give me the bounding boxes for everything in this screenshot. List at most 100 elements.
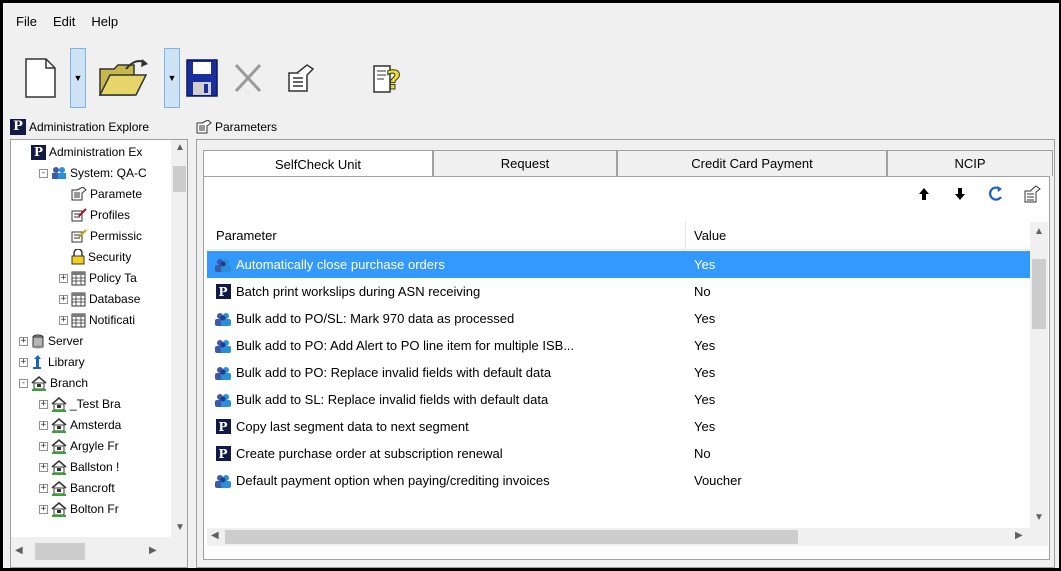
tree-vscroll-thumb[interactable]: [173, 166, 186, 192]
properties-button[interactable]: [1023, 185, 1041, 203]
tree-node[interactable]: - Branch: [19, 373, 88, 393]
tab-selfcheck-unit[interactable]: SelfCheck Unit: [203, 150, 433, 177]
collapse-icon[interactable]: -: [19, 378, 28, 388]
tree-node[interactable]: + Bolton Fr: [39, 499, 119, 519]
parameter-value: Voucher: [694, 473, 742, 488]
expand-icon[interactable]: +: [39, 504, 48, 514]
polaris-icon: P: [31, 144, 46, 160]
tree-node[interactable]: Profiles: [59, 205, 130, 225]
expand-icon[interactable]: +: [39, 399, 48, 409]
profiles-icon: [71, 208, 87, 222]
table-row[interactable]: Bulk add to PO: Add Alert to PO line ite…: [207, 332, 1030, 359]
tree-node[interactable]: + Policy Ta: [59, 268, 137, 288]
tree-node[interactable]: P Administration Ex: [19, 142, 142, 162]
menu-file[interactable]: File: [10, 14, 45, 29]
tab-label: Credit Card Payment: [691, 156, 813, 171]
tree-node[interactable]: + Notificati: [59, 310, 135, 330]
collapse-icon[interactable]: -: [39, 168, 48, 178]
expand-icon[interactable]: +: [39, 441, 48, 451]
new-button[interactable]: [12, 48, 68, 108]
move-up-button[interactable]: [915, 185, 933, 203]
polaris-icon: P: [10, 118, 26, 135]
open-button[interactable]: [88, 48, 164, 108]
tree-node[interactable]: Security: [59, 247, 131, 267]
expand-icon[interactable]: +: [39, 462, 48, 472]
tab-credit-card-payment[interactable]: Credit Card Payment: [617, 150, 887, 176]
tab-request[interactable]: Request: [433, 150, 617, 176]
expand-icon[interactable]: +: [19, 336, 28, 346]
column-divider[interactable]: [685, 222, 686, 250]
help-button[interactable]: ?: [364, 48, 412, 108]
table-row[interactable]: Bulk add to PO: Replace invalid fields w…: [207, 359, 1030, 386]
tree-node[interactable]: + Ballston !: [39, 457, 119, 477]
table-row[interactable]: Bulk add to SL: Replace invalid fields w…: [207, 386, 1030, 413]
delete-icon: [234, 63, 262, 93]
tree-node[interactable]: + Bancroft: [39, 478, 115, 498]
grid-vscroll-thumb[interactable]: [1032, 259, 1046, 329]
tree-hscroll-thumb[interactable]: [35, 543, 85, 560]
table-row[interactable]: P Batch print workslips during ASN receiv…: [207, 278, 1030, 305]
expand-icon[interactable]: +: [59, 273, 68, 283]
column-header-value[interactable]: Value: [694, 228, 726, 243]
users-icon: [214, 472, 232, 489]
expand-icon[interactable]: +: [59, 315, 68, 325]
parameter-value: Yes: [694, 311, 716, 326]
table-row[interactable]: Automatically close purchase orders Yes: [207, 251, 1030, 278]
tree-node-label: Security: [88, 250, 132, 264]
parameter-name: Automatically close purchase orders: [236, 257, 445, 272]
expand-icon[interactable]: +: [39, 483, 48, 493]
tree-node-label: Administration Ex: [49, 145, 143, 159]
users-icon: [214, 364, 232, 381]
table-row[interactable]: Default payment option when paying/credi…: [207, 467, 1030, 494]
scroll-right-icon[interactable]: ▶: [149, 545, 157, 556]
delete-button[interactable]: [226, 48, 270, 108]
tree-node-label: Branch: [50, 376, 89, 390]
menu-edit[interactable]: Edit: [45, 14, 83, 29]
expand-icon[interactable]: +: [39, 420, 48, 430]
open-icon: [98, 59, 148, 96]
scroll-up-icon[interactable]: ▲: [175, 142, 185, 153]
tab-ncip[interactable]: NCIP: [887, 150, 1053, 176]
scroll-right-icon[interactable]: ▶: [1015, 530, 1023, 541]
move-down-button[interactable]: [951, 185, 969, 203]
tree-node[interactable]: + Server: [19, 331, 83, 351]
table-row[interactable]: P Create purchase order at subscription r…: [207, 440, 1030, 467]
parameter-value: Yes: [694, 392, 716, 407]
tree-node[interactable]: Permissic: [59, 226, 142, 246]
scroll-up-icon[interactable]: ▲: [1034, 226, 1044, 237]
expand-icon[interactable]: +: [19, 357, 28, 367]
tree-node[interactable]: + _Test Bra: [39, 394, 121, 414]
open-dropdown-button[interactable]: ▼: [164, 48, 180, 108]
tree-node[interactable]: - System: QA-C: [39, 163, 147, 183]
column-header-parameter[interactable]: Parameter: [216, 228, 277, 243]
permissions-icon: [71, 229, 87, 243]
tree-node[interactable]: + Database: [59, 289, 140, 309]
scroll-left-icon[interactable]: ◀: [211, 530, 219, 541]
scroll-down-icon[interactable]: ▼: [175, 522, 185, 533]
expand-icon[interactable]: +: [59, 294, 68, 304]
parameter-name: Bulk add to PO/SL: Mark 970 data as proc…: [236, 311, 515, 326]
parameter-value: Yes: [694, 419, 716, 434]
grid-horizontal-scrollbar[interactable]: ◀ ▶: [207, 528, 1048, 546]
parameter-name: Bulk add to SL: Replace invalid fields w…: [236, 392, 549, 407]
tree-node[interactable]: + Amsterda: [39, 415, 121, 435]
grid-hscroll-thumb[interactable]: [225, 530, 798, 544]
tree-node[interactable]: + Library: [19, 352, 85, 372]
admin-explorer-title: Administration Explore: [29, 119, 150, 134]
tree-horizontal-scrollbar[interactable]: ◀ ▶: [11, 537, 187, 567]
save-button[interactable]: [180, 48, 224, 108]
tree-vertical-scrollbar[interactable]: ▲ ▼: [171, 140, 187, 537]
new-dropdown-button[interactable]: ▼: [70, 48, 86, 108]
menu-help[interactable]: Help: [83, 14, 126, 29]
tree-node[interactable]: Paramete: [59, 184, 142, 204]
tab-strip: SelfCheck Unit Request Credit Card Payme…: [203, 150, 1056, 177]
scroll-down-icon[interactable]: ▼: [1034, 512, 1044, 523]
properties-button[interactable]: [276, 48, 324, 108]
table-row[interactable]: P Copy last segment data to next segment Y…: [207, 413, 1030, 440]
refresh-button[interactable]: [987, 185, 1005, 203]
table-row[interactable]: Bulk add to PO/SL: Mark 970 data as proc…: [207, 305, 1030, 332]
tree-node[interactable]: + Argyle Fr: [39, 436, 119, 456]
grid-vertical-scrollbar[interactable]: ▲ ▼: [1030, 222, 1048, 528]
tree-node-label: Amsterda: [70, 418, 122, 432]
scroll-left-icon[interactable]: ◀: [15, 545, 23, 556]
